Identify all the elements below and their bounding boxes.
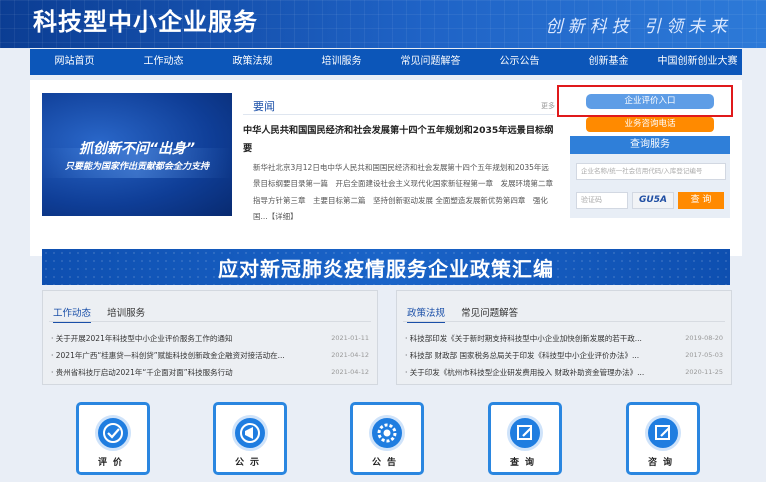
captcha-image[interactable]: GU5A [632, 192, 674, 209]
list-item-date: 2021-01-11 [331, 334, 369, 342]
list-item[interactable]: · 贵州省科技厅启动2021年“千企面对面”科技服务行动 2021-04-12 [51, 365, 369, 382]
work-news-list: · 关于开展2021年科技型中小企业评价服务工作的通知 2021-01-11 ·… [51, 331, 369, 382]
right-panel-tabs: 政策法规 常见问题解答 [407, 301, 529, 323]
captcha-input[interactable]: 验证码 [576, 192, 628, 209]
news-header: 要闻 更多 [243, 93, 555, 115]
left-panel-tabs: 工作动态 培训服务 [53, 301, 156, 323]
card-label: 查询 [509, 458, 540, 468]
list-item-title[interactable]: · 科技部 财政部 国家税务总局关于印发《科技型中小企业评价办法》... [405, 350, 675, 361]
nav-item-faq[interactable]: 常见问题解答 [386, 49, 475, 75]
nav-item-policies[interactable]: 政策法规 [208, 49, 297, 75]
list-item[interactable]: · 2021年广西“桂惠贷—科创贷”赋能科技创新政金企融资对接活动在... 20… [51, 348, 369, 365]
main-nav: 网站首页 工作动态 政策法规 培训服务 常见问题解答 公示公告 创新基金 中国创… [30, 49, 742, 75]
news-more-link[interactable]: 更多 [541, 101, 555, 111]
highlight-box [557, 85, 733, 117]
banner-headline: 抓创新不问“出身” [78, 141, 196, 157]
card-query[interactable]: 查询 [488, 402, 562, 475]
card-consult[interactable]: 咨询 [626, 402, 700, 475]
site-title[interactable]: 科技型中小企业服务 [33, 2, 258, 37]
list-item[interactable]: · 科技部 财政部 国家税务总局关于印发《科技型中小企业评价办法》... 201… [405, 348, 723, 365]
list-item[interactable]: · 关于印发《杭州市科技型企业研发费用投入 财政补助资金管理办法》... 202… [405, 365, 723, 382]
list-item-date: 2020-11-25 [685, 368, 723, 376]
nav-item-innovation-fund[interactable]: 创新基金 [564, 49, 653, 75]
news-headline[interactable]: 中华人民共和国国民经济和社会发展第十四个五年规划和2035年远景目标纲要 [243, 122, 561, 158]
card-publicity[interactable]: 公示 [213, 402, 287, 475]
site-slogan: 创新科技 引领未来 [545, 17, 732, 37]
list-item-date: 2017-05-03 [685, 351, 723, 359]
gear-icon [369, 415, 405, 451]
featured-banner-image[interactable]: 抓创新不问“出身” 只要能为国家作出贡献都会全力支持 [42, 93, 232, 216]
edit-icon [507, 415, 543, 451]
card-label: 公示 [234, 458, 265, 468]
news-section: 要闻 更多 中华人民共和国国民经济和社会发展第十四个五年规划和2035年远景目标… [243, 93, 561, 226]
card-label: 咨询 [647, 458, 678, 468]
nav-item-home[interactable]: 网站首页 [30, 49, 119, 75]
query-button[interactable]: 查 询 [678, 192, 724, 209]
nav-item-competition[interactable]: 中国创新创业大赛 [653, 49, 742, 75]
list-item-date: 2021-04-12 [331, 368, 369, 376]
covid-policy-banner[interactable]: 应对新冠肺炎疫情服务企业政策汇编 [42, 249, 730, 285]
card-label: 公告 [371, 458, 402, 468]
bullhorn-icon [232, 415, 268, 451]
work-news-panel: 工作动态 培训服务 · 关于开展2021年科技型中小企业评价服务工作的通知 20… [42, 290, 378, 385]
edit-icon [645, 415, 681, 451]
nav-item-announcements[interactable]: 公示公告 [475, 49, 564, 75]
site-header: 科技型中小企业服务 创新科技 引领未来 [0, 0, 766, 48]
hotline-button[interactable]: 业务咨询电话 [586, 117, 714, 132]
company-search-input[interactable]: 企业名称/统一社会信用代码/入库登记编号 [576, 163, 726, 180]
list-item-title[interactable]: · 关于印发《杭州市科技型企业研发费用投入 财政补助资金管理办法》... [405, 367, 675, 378]
card-announcement[interactable]: 公告 [350, 402, 424, 475]
list-item-title[interactable]: · 科技部印发《关于新时期支持科技型中小企业加快创新发展的若干政... [405, 333, 675, 344]
policy-list: · 科技部印发《关于新时期支持科技型中小企业加快创新发展的若干政... 2019… [405, 331, 723, 382]
list-item[interactable]: · 关于开展2021年科技型中小企业评价服务工作的通知 2021-01-11 [51, 331, 369, 348]
news-summary: 新华社北京3月12日电中华人民共和国国民经济和社会发展第十四个五年规划和2035… [253, 163, 561, 222]
check-circle-icon [95, 415, 131, 451]
divider [403, 321, 725, 322]
tab-faq[interactable]: 常见问题解答 [461, 305, 518, 319]
query-service-box: 查询服务 企业名称/统一社会信用代码/入库登记编号 验证码 GU5A 查 询 [570, 136, 730, 218]
policy-banner-text: 应对新冠肺炎疫情服务企业政策汇编 [218, 257, 554, 281]
tab-training[interactable]: 培训服务 [107, 305, 145, 319]
policy-panel: 政策法规 常见问题解答 · 科技部印发《关于新时期支持科技型中小企业加快创新发展… [396, 290, 732, 385]
list-item-title[interactable]: · 2021年广西“桂惠贷—科创贷”赋能科技创新政金企融资对接活动在... [51, 350, 321, 361]
banner-subline: 只要能为国家作出贡献都会全力支持 [64, 162, 209, 172]
card-label: 评价 [97, 458, 128, 468]
list-item-title[interactable]: · 贵州省科技厅启动2021年“千企面对面”科技服务行动 [51, 367, 321, 378]
list-item-date: 2019-08-20 [685, 334, 723, 342]
divider [49, 321, 371, 322]
list-item-title[interactable]: · 关于开展2021年科技型中小企业评价服务工作的通知 [51, 333, 321, 344]
card-evaluate[interactable]: 评价 [76, 402, 150, 475]
list-item[interactable]: · 科技部印发《关于新时期支持科技型中小企业加快创新发展的若干政... 2019… [405, 331, 723, 348]
nav-item-work-news[interactable]: 工作动态 [119, 49, 208, 75]
news-heading: 要闻 [253, 100, 275, 113]
nav-item-training[interactable]: 培训服务 [297, 49, 386, 75]
query-service-title: 查询服务 [570, 136, 730, 154]
list-item-date: 2021-04-12 [331, 351, 369, 359]
